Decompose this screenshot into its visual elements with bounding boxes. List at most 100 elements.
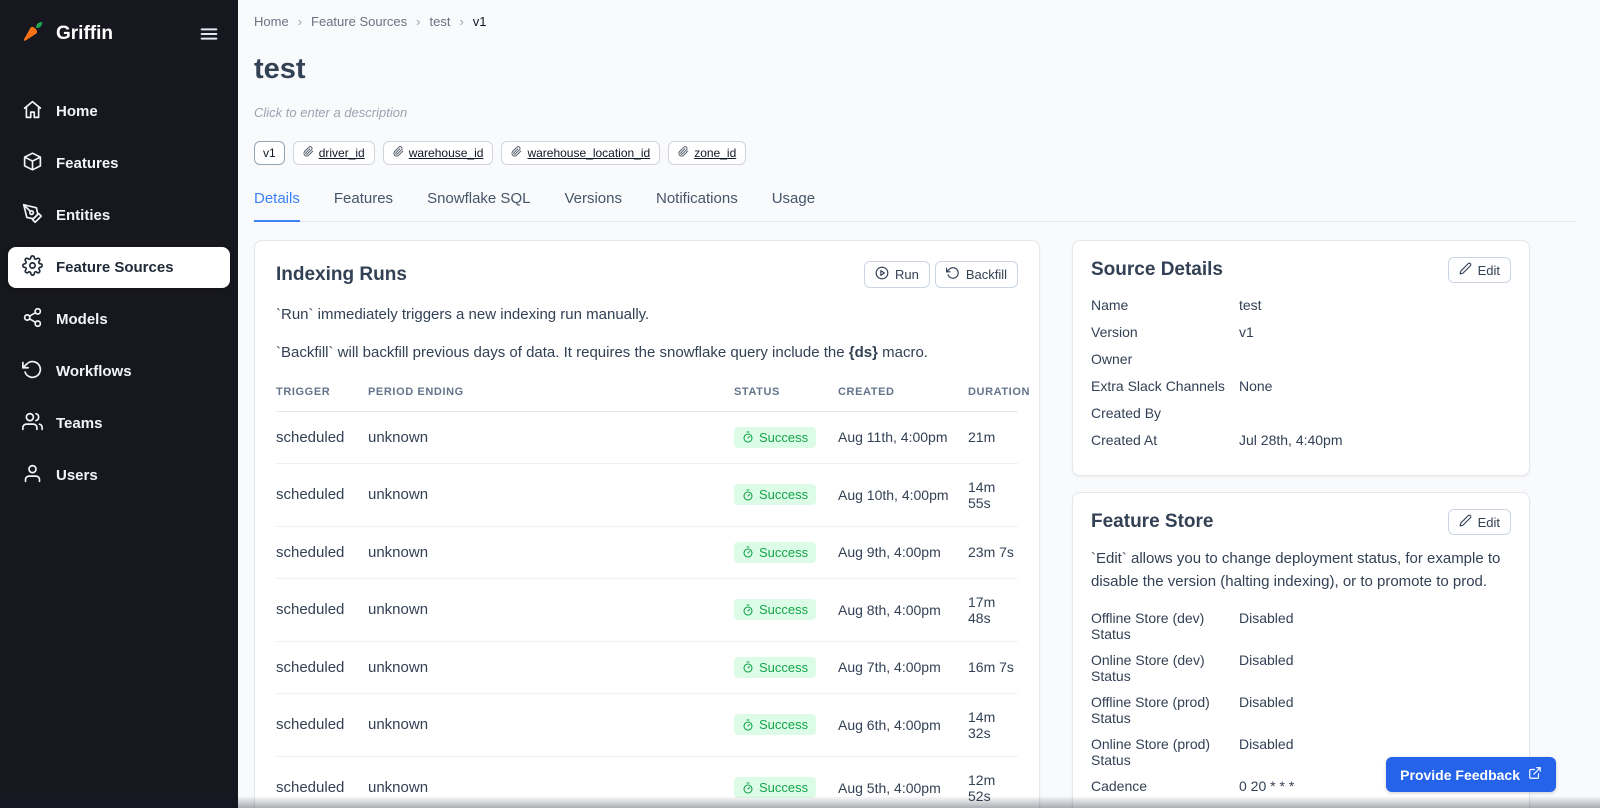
tab-usage[interactable]: Usage — [772, 190, 815, 221]
field-value: None — [1239, 378, 1511, 394]
field-label: Created By — [1091, 405, 1239, 421]
sidebar-item-label: Feature Sources — [56, 259, 174, 276]
sidebar-item-workflows[interactable]: Workflows — [8, 351, 230, 392]
col-duration: DURATION — [968, 386, 1030, 398]
tab-details[interactable]: Details — [254, 190, 300, 222]
sidebar-item-label: Users — [56, 467, 98, 484]
entity-tag-driver-id[interactable]: driver_id — [293, 141, 375, 165]
run-trigger: scheduled — [276, 544, 368, 561]
chevron-right-icon: › — [416, 14, 420, 29]
entity-tag-warehouse-location-id[interactable]: warehouse_location_id — [501, 141, 660, 165]
status-badge: Success — [734, 599, 816, 620]
run-period-ending: unknown — [368, 486, 734, 503]
table-row[interactable]: scheduled unknown Success Aug 11th, 4:00… — [276, 412, 1018, 464]
edit-source-details-button[interactable]: Edit — [1448, 257, 1511, 283]
run-period-ending: unknown — [368, 429, 734, 446]
description-placeholder[interactable]: Click to enter a description — [254, 105, 1576, 120]
version-pill[interactable]: v1 — [254, 141, 285, 165]
detail-row: Created By — [1091, 403, 1511, 430]
field-value: Disabled — [1239, 610, 1511, 626]
detail-row: Owner — [1091, 349, 1511, 376]
field-label: Version — [1091, 324, 1239, 340]
run-button[interactable]: Run — [864, 261, 930, 288]
field-label: Online Store (dev) Status — [1091, 652, 1239, 684]
run-created: Aug 11th, 4:00pm — [838, 429, 968, 445]
status-badge: Success — [734, 657, 816, 678]
field-value: Disabled — [1239, 652, 1511, 668]
indexing-runs-title: Indexing Runs — [276, 264, 407, 286]
backfill-button[interactable]: Backfill — [935, 261, 1018, 288]
field-value: Disabled — [1239, 694, 1511, 710]
field-label: Offline Store (prod) Status — [1091, 694, 1239, 726]
brand[interactable]: Griffin — [0, 0, 238, 65]
paperclip-icon — [678, 146, 689, 160]
breadcrumb-test[interactable]: test — [429, 14, 450, 29]
sidebar-item-teams[interactable]: Teams — [8, 403, 230, 444]
sidebar-item-label: Models — [56, 311, 108, 328]
play-circle-icon — [875, 266, 889, 283]
detail-row: Extra Slack Channels None — [1091, 376, 1511, 403]
content-grid: Indexing Runs Run Backfill `Run` immedia… — [254, 240, 1576, 808]
run-trigger: scheduled — [276, 601, 368, 618]
col-created: CREATED — [838, 386, 968, 398]
tab-features[interactable]: Features — [334, 190, 393, 221]
entity-tag-warehouse-id[interactable]: warehouse_id — [383, 141, 494, 165]
col-period-ending: PERIOD ENDING — [368, 386, 734, 398]
right-column: Source Details Edit Name test Version v1 — [1072, 240, 1530, 808]
field-label: Cadence — [1091, 778, 1239, 794]
sidebar-item-label: Teams — [56, 415, 102, 432]
paperclip-icon — [303, 146, 314, 160]
backfill-help-text: `Backfill` will backfill previous days o… — [276, 342, 1018, 364]
indexing-runs-table: TRIGGER PERIOD ENDING STATUS CREATED DUR… — [276, 386, 1018, 808]
tab-bar: Details Features Snowflake SQL Versions … — [254, 190, 1576, 222]
table-row[interactable]: scheduled unknown Success Aug 8th, 4:00p… — [276, 579, 1018, 642]
detail-row: Name test — [1091, 295, 1511, 322]
sidebar-item-label: Home — [56, 103, 98, 120]
run-period-ending: unknown — [368, 779, 734, 796]
entity-tag-zone-id[interactable]: zone_id — [668, 141, 746, 165]
tab-snowflake-sql[interactable]: Snowflake SQL — [427, 190, 530, 221]
field-label: Owner — [1091, 351, 1239, 367]
edit-feature-store-button[interactable]: Edit — [1448, 509, 1511, 535]
page-title: test — [254, 53, 1576, 86]
pen-nib-icon — [22, 203, 43, 228]
sidebar-item-home[interactable]: Home — [8, 91, 230, 132]
provide-feedback-button[interactable]: Provide Feedback — [1386, 757, 1556, 792]
hamburger-menu-icon[interactable] — [198, 23, 220, 45]
sidebar-item-label: Features — [56, 155, 119, 172]
breadcrumb-feature-sources[interactable]: Feature Sources — [311, 14, 407, 29]
run-duration: 21m — [968, 429, 1018, 445]
table-row[interactable]: scheduled unknown Success Aug 6th, 4:00p… — [276, 694, 1018, 757]
field-label: Offline Store (dev) Status — [1091, 610, 1239, 642]
run-period-ending: unknown — [368, 716, 734, 733]
table-row[interactable]: scheduled unknown Success Aug 5th, 4:00p… — [276, 757, 1018, 808]
breadcrumb-home[interactable]: Home — [254, 14, 289, 29]
run-created: Aug 6th, 4:00pm — [838, 717, 968, 733]
table-row[interactable]: scheduled unknown Success Aug 7th, 4:00p… — [276, 642, 1018, 694]
field-label: Created At — [1091, 432, 1239, 448]
field-label: Online Store (prod) Status — [1091, 736, 1239, 768]
cube-icon — [22, 151, 43, 176]
detail-row: Created At Jul 28th, 4:40pm — [1091, 430, 1511, 457]
run-trigger: scheduled — [276, 779, 368, 796]
source-details-card: Source Details Edit Name test Version v1 — [1072, 240, 1530, 476]
breadcrumb-version[interactable]: v1 — [473, 14, 487, 29]
run-created: Aug 5th, 4:00pm — [838, 780, 968, 796]
table-row[interactable]: scheduled unknown Success Aug 10th, 4:00… — [276, 464, 1018, 527]
run-trigger: scheduled — [276, 659, 368, 676]
run-created: Aug 10th, 4:00pm — [838, 487, 968, 503]
table-row[interactable]: scheduled unknown Success Aug 9th, 4:00p… — [276, 527, 1018, 579]
sidebar-item-users[interactable]: Users — [8, 455, 230, 496]
sidebar-item-entities[interactable]: Entities — [8, 195, 230, 236]
pencil-icon — [1459, 262, 1472, 278]
tab-versions[interactable]: Versions — [564, 190, 622, 221]
sidebar-item-models[interactable]: Models — [8, 299, 230, 340]
run-help-text: `Run` immediately triggers a new indexin… — [276, 304, 1018, 326]
sidebar-item-feature-sources[interactable]: Feature Sources — [8, 247, 230, 288]
tab-notifications[interactable]: Notifications — [656, 190, 738, 221]
main-content: Home › Feature Sources › test › v1 test … — [238, 0, 1600, 808]
sidebar-item-features[interactable]: Features — [8, 143, 230, 184]
status-badge: Success — [734, 542, 816, 563]
col-trigger: TRIGGER — [276, 386, 368, 398]
table-header: TRIGGER PERIOD ENDING STATUS CREATED DUR… — [276, 386, 1018, 412]
